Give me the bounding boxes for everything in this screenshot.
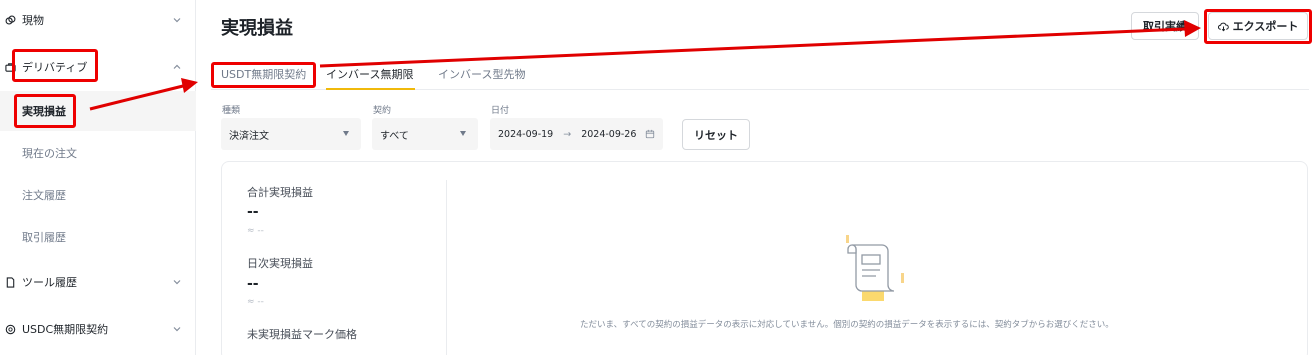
type-filter-label: 種類 <box>222 106 241 116</box>
date-start[interactable]: 2024-09-19 <box>498 129 553 140</box>
sidebar-subitem-label: 注文履歴 <box>22 189 66 202</box>
caret-down-icon <box>343 131 349 136</box>
sidebar-item-label: ツール履歴 <box>22 276 77 289</box>
sidebar-item-spot[interactable]: 現物 <box>0 0 196 40</box>
trade-history-button[interactable]: 取引実績 <box>1131 12 1199 40</box>
tab-inverse-futures[interactable]: インバース型先物 <box>438 66 525 90</box>
unrealized-pnl-label: 未実現損益マーク価格 <box>247 328 357 341</box>
pnl-stats: 合計実現損益 -- ≈ -- 日次実現損益 -- ≈ -- 未実現損益マーク価格 <box>222 180 447 355</box>
annotation-box <box>1204 9 1312 44</box>
usdc-icon <box>4 323 16 335</box>
chevron-up-icon <box>173 64 181 69</box>
daily-pnl-label: 日次実現損益 <box>247 257 313 270</box>
contract-select-value: すべて <box>380 130 409 142</box>
trade-history-label: 取引実績 <box>1143 20 1187 33</box>
calendar-icon <box>645 129 655 139</box>
total-pnl-value: -- <box>247 204 259 220</box>
contract-filter-label: 契約 <box>373 106 392 116</box>
date-range-arrow: → <box>563 128 572 140</box>
total-pnl-approx: ≈ -- <box>247 226 264 236</box>
spot-icon <box>4 14 16 26</box>
sidebar-subitem-label: 取引履歴 <box>22 231 66 244</box>
page-title: 実現損益 <box>221 18 293 39</box>
chevron-down-icon <box>173 280 181 285</box>
type-select-value: 決済注文 <box>229 130 269 142</box>
sidebar-item-usdc-perpetual[interactable]: USDC無期限契約 <box>0 309 196 349</box>
date-end[interactable]: 2024-09-26 <box>581 129 636 140</box>
sidebar-subitem-trade-history[interactable]: 取引履歴 <box>0 217 196 257</box>
annotation-box <box>12 49 98 82</box>
empty-state-message: ただいま、すべての契約の損益データの表示に対応していません。個別の契約の損益デー… <box>580 320 1114 330</box>
contract-select[interactable]: すべて <box>372 118 478 150</box>
date-range-picker[interactable]: 2024-09-19 → 2024-09-26 <box>490 118 663 150</box>
caret-down-icon <box>460 131 466 136</box>
tab-inverse-perpetual[interactable]: インバース無期限 <box>326 66 415 90</box>
annotation-box <box>211 62 316 88</box>
sidebar-item-label: USDC無期限契約 <box>22 323 109 336</box>
sidebar-subitem-order-history[interactable]: 注文履歴 <box>0 175 196 215</box>
tool-history-icon <box>4 276 16 288</box>
reset-button[interactable]: リセット <box>682 119 750 150</box>
daily-pnl-value: -- <box>247 276 259 292</box>
type-select[interactable]: 決済注文 <box>221 118 361 150</box>
annotation-box <box>14 94 76 128</box>
reset-label: リセット <box>694 128 738 142</box>
sidebar-item-label: 現物 <box>22 14 44 27</box>
sidebar-item-tool-history[interactable]: ツール履歴 <box>0 262 196 302</box>
total-pnl-label: 合計実現損益 <box>247 186 313 199</box>
chevron-down-icon <box>173 327 181 332</box>
daily-pnl-approx: ≈ -- <box>247 297 264 307</box>
sidebar-subitem-open-orders[interactable]: 現在の注文 <box>0 133 196 173</box>
date-filter-label: 日付 <box>491 106 510 116</box>
chevron-down-icon <box>173 18 181 23</box>
sidebar-subitem-label: 現在の注文 <box>22 147 77 160</box>
empty-document-icon <box>846 235 904 301</box>
